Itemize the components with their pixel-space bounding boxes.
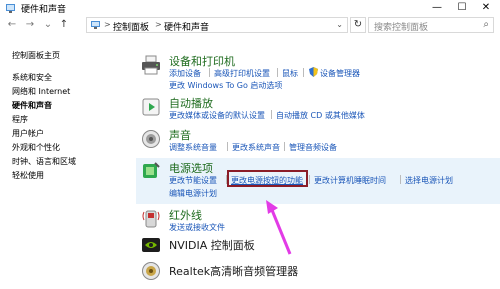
title-bar: 硬件和声音 — ☐ ✕ bbox=[0, 0, 500, 16]
power-options-title[interactable]: 电源选项 bbox=[169, 160, 213, 176]
speaker-icon bbox=[142, 130, 160, 148]
nvidia-icon bbox=[142, 238, 160, 252]
control-panel-icon bbox=[6, 4, 15, 13]
manage-audio-devices-link[interactable]: 管理音频设备 bbox=[289, 142, 337, 153]
breadcrumb-hardware-sound[interactable]: 硬件和声音 bbox=[164, 20, 209, 33]
devices-printers-title[interactable]: 设备和打印机 bbox=[169, 53, 235, 69]
sidebar-item-system-security[interactable]: 系统和安全 bbox=[12, 72, 52, 83]
change-media-defaults-link[interactable]: 更改媒体或设备的默认设置 bbox=[169, 110, 265, 121]
change-sleep-time-link[interactable]: 更改计算机睡眠时间 bbox=[314, 175, 386, 186]
forward-button[interactable]: → bbox=[24, 19, 36, 31]
sidebar-item-home[interactable]: 控制面板主页 bbox=[12, 50, 60, 61]
sidebar-item-programs[interactable]: 程序 bbox=[12, 114, 28, 125]
sidebar-item-clock-region[interactable]: 时钟、语言和区域 bbox=[12, 156, 76, 167]
refresh-button[interactable]: ↻ bbox=[350, 17, 366, 33]
shield-icon bbox=[309, 67, 318, 77]
link-divider bbox=[277, 68, 278, 77]
windows-to-go-link[interactable]: 更改 Windows To Go 启动选项 bbox=[169, 80, 282, 91]
adjust-volume-link[interactable]: 调整系统音量 bbox=[169, 142, 217, 153]
sound-title[interactable]: 声音 bbox=[169, 127, 191, 143]
printer-icon bbox=[142, 55, 160, 75]
recent-locations-button[interactable]: ⌄ bbox=[42, 19, 54, 31]
sidebar-item-user-accounts[interactable]: 用户帐户 bbox=[12, 128, 44, 139]
link-divider bbox=[227, 142, 228, 151]
device-manager-link[interactable]: 设备管理器 bbox=[320, 68, 360, 79]
breadcrumb-separator: > bbox=[155, 20, 162, 29]
link-divider bbox=[271, 110, 272, 119]
maximize-button[interactable]: ☐ bbox=[450, 0, 474, 16]
annotation-arrow bbox=[266, 200, 292, 255]
change-power-saving-settings-link[interactable]: 更改节能设置 bbox=[169, 175, 217, 186]
breadcrumb-control-panel[interactable]: 控制面板 bbox=[113, 20, 149, 33]
autoplay-icon bbox=[142, 98, 160, 116]
sidebar-item-hardware-sound[interactable]: 硬件和声音 bbox=[12, 100, 52, 111]
nvidia-control-panel-title[interactable]: NVIDIA 控制面板 bbox=[169, 237, 255, 253]
link-divider bbox=[284, 142, 285, 151]
link-divider bbox=[309, 175, 310, 184]
change-system-sounds-link[interactable]: 更改系统声音 bbox=[232, 142, 280, 153]
sidebar-item-ease-of-access[interactable]: 轻松使用 bbox=[12, 170, 44, 181]
close-button[interactable]: ✕ bbox=[474, 0, 498, 16]
autoplay-title[interactable]: 自动播放 bbox=[169, 95, 213, 111]
search-input[interactable]: 搜索控制面板 bbox=[374, 20, 428, 33]
choose-power-plan-link[interactable]: 选择电源计划 bbox=[405, 175, 453, 186]
breadcrumb-separator: > bbox=[104, 20, 111, 29]
mouse-link[interactable]: 鼠标 bbox=[282, 68, 298, 79]
address-bar[interactable]: > 控制面板 > 硬件和声音 ⌄ bbox=[86, 17, 348, 33]
infrared-icon bbox=[142, 210, 160, 228]
edit-power-plan-link[interactable]: 编辑电源计划 bbox=[169, 188, 217, 199]
back-button[interactable]: ← bbox=[6, 19, 18, 31]
control-panel-small-icon bbox=[91, 21, 100, 29]
sidebar-item-appearance[interactable]: 外观和个性化 bbox=[12, 142, 60, 153]
search-icon[interactable]: ⌕ bbox=[483, 19, 489, 30]
link-divider bbox=[400, 175, 401, 184]
address-dropdown-icon[interactable]: ⌄ bbox=[336, 20, 343, 29]
annotation-highlight-box bbox=[227, 170, 308, 187]
send-receive-files-link[interactable]: 发送或接收文件 bbox=[169, 222, 225, 233]
advanced-printer-settings-link[interactable]: 高级打印机设置 bbox=[214, 68, 270, 79]
sidebar-item-network[interactable]: 网络和 Internet bbox=[12, 86, 70, 97]
link-divider bbox=[303, 68, 304, 77]
power-options-icon bbox=[143, 162, 160, 178]
up-button[interactable]: ↑ bbox=[58, 19, 70, 31]
autoplay-cd-link[interactable]: 自动播放 CD 或其他媒体 bbox=[276, 110, 365, 121]
search-box[interactable]: 搜索控制面板 ⌕ bbox=[368, 17, 494, 33]
realtek-audio-manager-title[interactable]: Realtek高清晰音频管理器 bbox=[169, 263, 298, 279]
minimize-button[interactable]: — bbox=[425, 0, 449, 16]
link-divider bbox=[209, 68, 210, 77]
realtek-audio-icon bbox=[142, 262, 160, 280]
window-title: 硬件和声音 bbox=[21, 5, 67, 15]
infrared-title[interactable]: 红外线 bbox=[169, 207, 202, 223]
add-device-link[interactable]: 添加设备 bbox=[169, 68, 201, 79]
